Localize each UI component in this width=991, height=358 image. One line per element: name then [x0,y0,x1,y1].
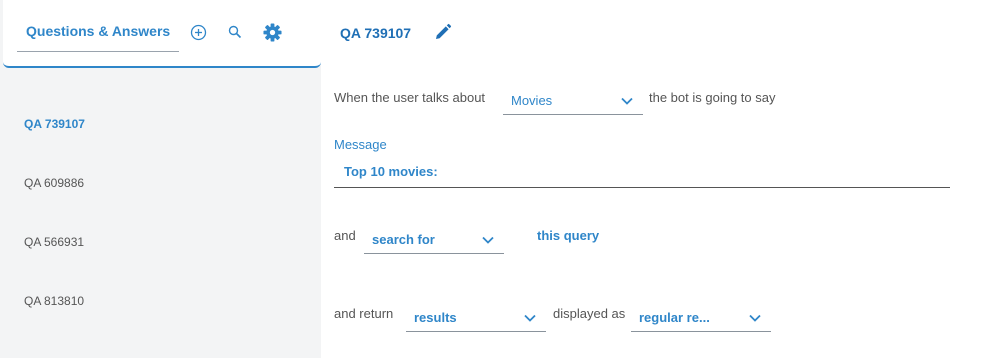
sidebar-item-qa-609886[interactable]: QA 609886 [24,176,84,190]
display-dropdown[interactable]: regular re... [631,302,771,332]
message-label: Message [334,137,387,152]
query-link[interactable]: this query [537,228,599,243]
topic-dropdown[interactable]: Movies [503,85,643,115]
return-dropdown[interactable]: results [406,302,546,332]
pencil-icon [436,23,452,39]
sidebar: Questions & Answers QA 739107 QA 609886 … [0,0,321,358]
return-dropdown-value: results [414,310,457,325]
sidebar-title-tab[interactable]: Questions & Answers [17,13,180,52]
sidebar-item-qa-566931[interactable]: QA 566931 [24,235,84,249]
add-question-button[interactable] [188,22,208,42]
return-prefix-text: and return [334,306,394,321]
settings-button[interactable] [262,22,282,42]
sidebar-item-qa-813810[interactable]: QA 813810 [24,294,84,308]
search-icon [228,25,242,39]
search-button[interactable] [225,22,245,42]
sidebar-item-qa-739107[interactable]: QA 739107 [24,117,85,131]
message-input-value: Top 10 movies: [344,164,438,179]
add-circle-icon [190,24,206,40]
chevron-down-icon [749,314,761,322]
chevron-down-icon [524,314,536,322]
edit-title-button[interactable] [434,23,452,41]
chevron-down-icon [621,97,633,105]
topic-suffix-text: the bot is going to say [649,90,776,105]
gear-icon [262,22,282,42]
sidebar-header: Questions & Answers [3,0,321,68]
topic-dropdown-value: Movies [511,93,553,108]
topic-prefix-text: When the user talks about [334,90,486,105]
message-input[interactable]: Top 10 movies: [334,156,950,188]
display-dropdown-value: regular re... [639,310,710,325]
page-title: QA 739107 [340,25,412,41]
search-prefix-text: and [334,228,356,243]
display-prefix-text: displayed as [553,306,626,321]
action-dropdown-value: search for [372,232,435,247]
chevron-down-icon [482,236,494,244]
action-dropdown[interactable]: search for [364,224,504,254]
